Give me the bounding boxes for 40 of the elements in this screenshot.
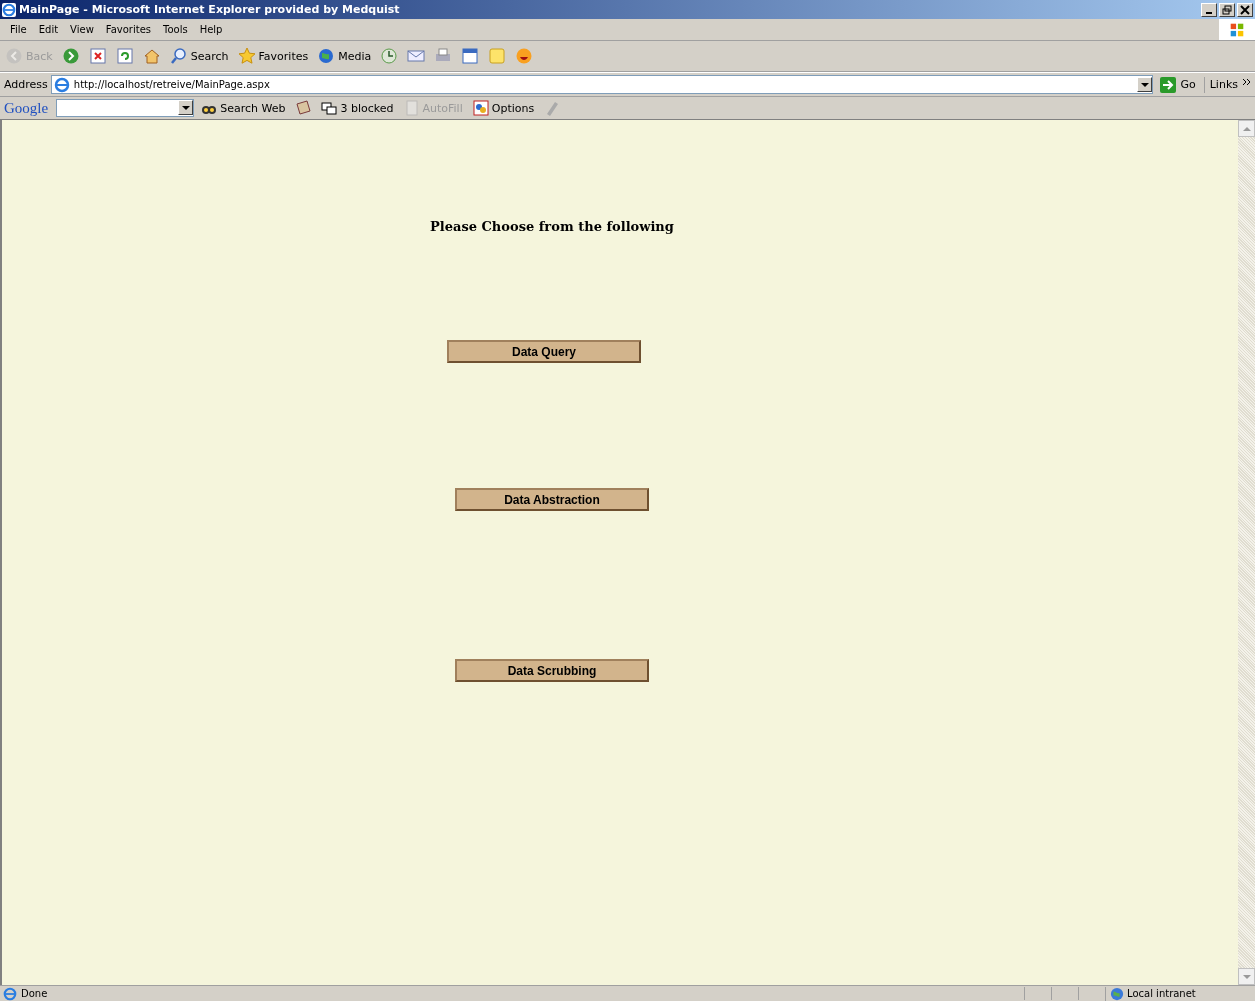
media-button[interactable]: Media	[314, 46, 375, 66]
search-field[interactable]	[56, 99, 195, 117]
globe-icon[interactable]	[317, 47, 336, 65]
page-heading: Please Choose from the following	[430, 219, 674, 234]
menu-item[interactable]: Help	[193, 24, 229, 35]
menu-item[interactable]: Favorites	[99, 24, 157, 35]
links-button[interactable]: Links	[1207, 78, 1240, 91]
google-logo[interactable]: Google	[4, 99, 49, 117]
page-icon	[53, 76, 70, 93]
options-button[interactable]: Options	[469, 99, 538, 117]
menu-item[interactable]: Tools	[157, 24, 194, 35]
windows-logo-icon	[1219, 19, 1255, 40]
browser-icon	[2, 2, 16, 17]
address-field[interactable]: http://localhost/retreive/MainPage.aspx	[50, 75, 1154, 94]
menu-item[interactable]: View	[64, 24, 100, 35]
menu-option-button[interactable]: Data Abstraction	[455, 488, 649, 511]
scroll-up-icon[interactable]	[1238, 120, 1255, 137]
globe-icon	[1110, 986, 1124, 1001]
go-button[interactable]: Go	[1156, 76, 1205, 93]
search-icon[interactable]	[169, 47, 188, 65]
scrollbar[interactable]	[1238, 120, 1255, 985]
window-title: MainPage - Microsoft Internet Explorer provided by Medquist	[19, 3, 400, 16]
menu-item[interactable]: Edit	[32, 24, 65, 35]
popup-button[interactable]: 3 blocked	[318, 99, 397, 117]
star-icon[interactable]	[237, 47, 256, 65]
security-zone-text: Local intranet	[1127, 988, 1196, 999]
address-label: Address	[4, 78, 48, 91]
favorites-button[interactable]: Favorites	[234, 46, 312, 66]
chevron-icon[interactable]	[1243, 78, 1251, 85]
options-icon[interactable]	[472, 100, 489, 116]
status-text: Done	[21, 988, 49, 999]
menu-item[interactable]: File	[4, 24, 33, 35]
page-icon	[3, 986, 17, 1001]
menu-option-button[interactable]: Data Query	[447, 340, 641, 363]
menu-option-button[interactable]: Data Scrubbing	[455, 659, 649, 682]
windows-icon[interactable]	[321, 100, 338, 116]
search-button[interactable]: Search Web	[198, 99, 289, 117]
search-button[interactable]: Search	[166, 46, 232, 66]
scroll-down-icon[interactable]	[1238, 968, 1255, 985]
arrow-icon[interactable]	[1160, 76, 1177, 93]
